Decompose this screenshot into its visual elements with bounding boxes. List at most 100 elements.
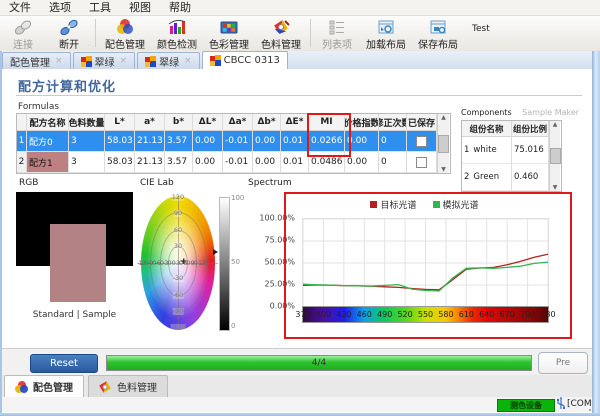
col-header-b: b* <box>165 114 193 131</box>
module-tab-pigment-management[interactable]: 色料管理 <box>88 375 168 397</box>
formulas-scrollbar[interactable]: ▲ ▼ <box>437 114 449 173</box>
y-tick-label: 100.00% <box>259 214 295 223</box>
main-content: 配方计算和优化 Formulas 配方名称 色料数量 L* a* b* ΔL* … <box>2 68 592 348</box>
module-tab-color-matching[interactable]: 配色管理 <box>4 375 84 397</box>
cell-a: 21.13 <box>135 131 165 152</box>
cell-dL: 0.00 <box>193 152 223 173</box>
scroll-down-icon[interactable]: ▼ <box>441 166 446 173</box>
menu-file[interactable]: 文件 <box>0 0 40 15</box>
menu-bar: 文件 选项 工具 视图 帮助 <box>0 0 600 16</box>
sample-color-swatch <box>50 224 106 302</box>
tab-cuilv-1[interactable]: 翠绿 × <box>73 52 136 69</box>
cie-b-axis-label: -60 <box>173 292 184 299</box>
col-header-dL: ΔL* <box>193 114 223 131</box>
scroll-down-icon[interactable]: ▼ <box>553 184 558 191</box>
list-items-label: 列表项 <box>322 36 352 51</box>
tab-cuilv-2[interactable]: 翠绿 × <box>137 52 200 69</box>
disconnect-label: 断开 <box>59 36 79 51</box>
module-tab-bar: 配色管理 色料管理 <box>0 375 600 398</box>
rgb-caption: Standard | Sample <box>16 310 133 320</box>
color-match-button[interactable]: 配色管理 <box>99 16 151 51</box>
pigment-manage-button[interactable]: 色料管理 <box>255 16 307 51</box>
menu-help[interactable]: 帮助 <box>160 0 200 15</box>
cell-dE: 0.01 <box>281 131 309 152</box>
lightness-label-50: 50 <box>231 258 240 266</box>
col-header-a: a* <box>135 114 165 131</box>
comp-cell-name[interactable]: 2Green <box>462 164 512 191</box>
cie-b-axis-label: 90 <box>174 210 182 217</box>
scrollbar-thumb[interactable] <box>438 135 449 153</box>
usb-icon <box>556 397 566 411</box>
save-layout-button[interactable]: 保存布局 <box>412 16 464 51</box>
cie-b-axis-label: 60 <box>174 227 182 234</box>
load-layout-button[interactable]: 加载布局 <box>360 16 412 51</box>
cell-b: 3.57 <box>165 152 193 173</box>
tab-close-icon[interactable]: × <box>120 56 128 66</box>
comp-header-name: 组份名称 <box>462 121 512 137</box>
simulated-series-swatch <box>433 201 440 208</box>
swatch-icon <box>145 56 156 67</box>
color-manage-button[interactable]: 色彩管理 <box>203 16 255 51</box>
col-header-rownum <box>17 114 27 131</box>
spectrum-panel-label: Spectrum <box>248 178 292 188</box>
tab-sample-maker[interactable]: Sample Maker <box>522 108 579 117</box>
menu-options[interactable]: 选项 <box>40 0 80 15</box>
components-scrollbar[interactable]: ▲ ▼ <box>549 121 560 191</box>
spectrum-y-axis-labels: 100.00%75.00%50.00%25.00%0.00% <box>252 218 298 306</box>
module-tab-label: 色料管理 <box>117 379 157 394</box>
comp-cell-name[interactable]: 1white <box>462 137 512 164</box>
spectrum-curves <box>303 219 548 307</box>
col-header-L: L* <box>105 114 135 131</box>
cell-db: 0.00 <box>253 131 281 152</box>
window-frame-right <box>592 51 600 416</box>
spectrum-legend: 目标光谱 模拟光谱 <box>302 198 547 211</box>
cell-price: 0.00 <box>345 152 379 173</box>
cie-b-axis-label: -30 <box>173 275 184 282</box>
col-header-saved: 已保存 <box>407 114 437 131</box>
pre-button[interactable]: Pre <box>538 352 588 374</box>
y-tick-label: 0.00% <box>270 302 295 311</box>
cell-dL: 0.00 <box>193 131 223 152</box>
lightness-gradient-bar <box>219 197 230 331</box>
tab-close-icon[interactable]: × <box>55 56 63 66</box>
row-number: 2 <box>17 152 27 173</box>
connect-button[interactable]: 连接 <box>0 16 46 51</box>
reset-button[interactable]: Reset <box>30 354 98 373</box>
cie-b-axis-label: 120 <box>172 194 184 201</box>
cie-b-axis-label: 30 <box>174 243 182 250</box>
col-header-db: Δb* <box>253 114 281 131</box>
cie-a-axis-labels: -120-90-60-30 0 30 60 90 120 <box>137 259 219 267</box>
color-detect-button[interactable]: 颜色检测 <box>151 16 203 51</box>
color-manage-label: 色彩管理 <box>209 36 249 51</box>
comp-row-number: 2 <box>464 172 469 182</box>
cell-name: 配方0 <box>27 131 69 152</box>
saved-checkbox[interactable] <box>416 136 427 147</box>
cell-b: 3.57 <box>165 131 193 152</box>
disconnect-icon <box>58 18 80 36</box>
color-match-icon <box>115 18 135 36</box>
scroll-up-icon[interactable]: ▲ <box>553 121 558 128</box>
list-items-button[interactable]: 列表项 <box>314 16 360 51</box>
cell-da: -0.01 <box>223 131 253 152</box>
tab-cbcc-0313[interactable]: CBCC 0313 <box>202 51 288 69</box>
save-layout-label: 保存布局 <box>418 36 458 51</box>
tab-close-icon[interactable]: × <box>184 56 192 66</box>
scroll-up-icon[interactable]: ▲ <box>441 114 446 121</box>
x-tick-label: 520 <box>397 310 412 319</box>
tab-components[interactable]: Components <box>461 108 512 117</box>
saved-checkbox[interactable] <box>416 157 427 168</box>
save-layout-icon <box>428 18 448 36</box>
menu-view[interactable]: 视图 <box>120 0 160 15</box>
cell-count: 3 <box>69 152 105 173</box>
page-title: 配方计算和优化 <box>18 76 116 95</box>
scrollbar-thumb[interactable] <box>550 148 561 164</box>
menu-tools[interactable]: 工具 <box>80 0 120 15</box>
cell-L: 58.03 <box>105 131 135 152</box>
disconnect-button[interactable]: 断开 <box>46 16 92 51</box>
divider <box>16 95 582 96</box>
row-number: 1 <box>17 131 27 152</box>
y-tick-label: 75.00% <box>264 236 295 245</box>
tab-color-matching[interactable]: 配色管理 × <box>2 52 71 69</box>
cell-saved <box>407 152 437 173</box>
color-wheel-icon <box>15 381 28 393</box>
